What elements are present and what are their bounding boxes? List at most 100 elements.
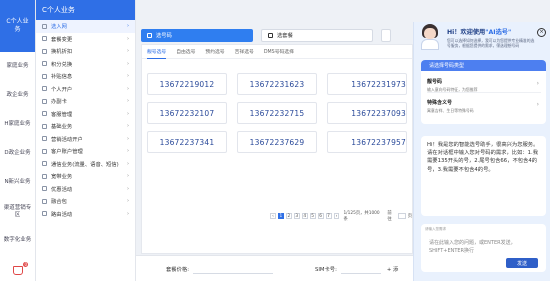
tab-reserve[interactable]: 预约选号 <box>205 45 224 59</box>
assistant-avatar <box>419 24 441 50</box>
rail-item-label: 政企业务 <box>6 92 29 98</box>
rail-item-new-business[interactable]: N新兴业务 <box>0 168 35 197</box>
rail-item-label: 数字化业务 <box>3 237 32 243</box>
menu-item-service[interactable]: 客服管理 › <box>36 108 135 121</box>
chevron-right-icon: › <box>127 148 129 154</box>
menu-item-basic[interactable]: 基础业务 › <box>36 120 135 133</box>
chevron-right-icon: › <box>127 173 129 179</box>
option-title: 靓号码 <box>427 79 443 85</box>
close-icon[interactable]: × <box>537 28 546 37</box>
menu-item-label: 选入网 <box>51 24 67 31</box>
menu-icon <box>42 73 47 79</box>
rail-item-personal[interactable]: C个人业务 <box>0 0 35 52</box>
chevron-right-icon: › <box>127 160 129 167</box>
number-card[interactable]: 13672237093 <box>327 102 407 124</box>
menu-icon <box>42 136 47 142</box>
number-type-box: 请选择号码类型 靓号码 输入意向号码特征，为您推荐 › 特殊含义号 寓意吉祥、生… <box>421 60 546 124</box>
number-card[interactable]: 13672232715 <box>237 102 317 124</box>
chevron-right-icon: › <box>127 35 129 42</box>
select-number-step[interactable]: 选号码 <box>141 28 253 42</box>
menu-item-label: 优惠活动 <box>51 186 73 193</box>
menu-item-router[interactable]: 路由活动 › <box>36 208 135 221</box>
chevron-right-icon: › <box>536 80 539 87</box>
number-grid: 13672219012 13672231623 13672231973 1367… <box>147 73 411 153</box>
plan-price-field[interactable] <box>192 264 273 274</box>
number-card[interactable]: 13672237629 <box>237 131 317 153</box>
menu-item-label: 办副卡 <box>51 99 67 106</box>
page-button[interactable]: 1 <box>277 213 284 219</box>
option-title: 特殊含义号 <box>427 100 453 106</box>
menu-item-communication[interactable]: 通信业务(流量、语音、短信) › <box>36 158 135 171</box>
menu-item-open-account[interactable]: 个人开户 › <box>36 83 135 96</box>
menu-icon <box>42 198 47 204</box>
number-card[interactable]: 13672231623 <box>237 73 317 95</box>
rail-item-label: 渠道营销专区 <box>3 204 32 218</box>
send-button[interactable]: 发送 <box>506 258 538 268</box>
page-jump-input[interactable] <box>397 213 406 219</box>
rail-item-digital[interactable]: 数字化业务 <box>0 226 35 255</box>
page-button[interactable]: 3 <box>293 213 300 219</box>
sim-field[interactable] <box>340 264 381 274</box>
left-rail: C个人业务 家庭业务 政企业务 H家庭业务 D政企业务 N新兴业务 渠道营销专区… <box>0 0 36 281</box>
number-card[interactable]: 13672219012 <box>147 73 227 95</box>
menu-item-customer-account[interactable]: 客户账户管理 › <box>36 145 135 158</box>
menu-item-sub-card[interactable]: 办副卡 › <box>36 95 135 108</box>
input-label: 请输入您需求 <box>425 227 446 231</box>
prev-page-button[interactable]: ‹ <box>270 213 276 219</box>
option-special[interactable]: 特殊含义号 寓意吉祥、生日等特殊号码 › <box>427 96 541 114</box>
rail-item-family[interactable]: 家庭业务 <box>0 52 35 81</box>
page-button[interactable]: 4 <box>301 213 308 219</box>
menu-item-device-discount[interactable]: 换机折扣 › <box>36 45 135 58</box>
chevron-right-icon: › <box>127 185 129 192</box>
menu-icon <box>42 98 47 104</box>
menu-item-label: 融合包 <box>51 199 67 206</box>
number-card[interactable]: 13672237341 <box>147 131 227 153</box>
menu-item-marketing[interactable]: 营销活动开户 › <box>36 133 135 146</box>
chat-input-box[interactable]: 请输入您需求 请在此输入您的问题，或ENTER发送，SHIFT+ENTER换行 … <box>421 224 546 272</box>
number-card[interactable]: 13672237957 <box>327 131 407 153</box>
next-page-button[interactable]: › <box>333 213 340 219</box>
menu-item-select-network[interactable]: 选入网 › <box>36 20 135 33</box>
menu-title: C个人业务 <box>36 0 135 20</box>
chevron-right-icon: › <box>127 98 129 104</box>
menu-icon <box>42 211 47 217</box>
cart-icon[interactable]: 0 <box>13 262 28 275</box>
add-button[interactable]: + 添 <box>387 265 398 273</box>
number-tabs: 靓号选号 自由选号 预约选号 吉祥选号 DMS号码选择 <box>142 45 412 59</box>
rail-item-channel[interactable]: 渠道营销专区 <box>0 197 35 226</box>
menu-item-bundle[interactable]: 融合包 › <box>36 195 135 208</box>
menu-item-label: 通信业务(流量、语音、短信) <box>51 161 119 168</box>
menu-item-label: 宽带业务 <box>51 174 73 181</box>
tab-dms[interactable]: DMS号码选择 <box>264 45 294 59</box>
pagination: ‹ 1 2 3 4 5 6 7 › 1/125页，共1000条 前往 页 <box>270 210 412 222</box>
rail-item-label: 家庭业务 <box>6 63 29 69</box>
select-plan-step[interactable]: 选套餐 <box>261 28 373 42</box>
type-title: 请选择号码类型 <box>421 60 546 71</box>
menu-item-subsidy[interactable]: 补贴信息 › <box>36 70 135 83</box>
page-button[interactable]: 2 <box>285 213 292 219</box>
number-card[interactable]: 13672232107 <box>147 102 227 124</box>
sidebar-menu: C个人业务 选入网 › 套餐变更 › 换机折扣 › 积分兑换 › 补贴信息 › 个人开户 ›… <box>36 0 136 281</box>
option-premium[interactable]: 靓号码 输入意向号码特征，为您推荐 › <box>427 75 541 93</box>
menu-item-label: 营销活动开户 <box>51 136 83 143</box>
rail-item-enterprise[interactable]: 政企业务 <box>0 81 35 110</box>
menu-icon <box>42 48 47 54</box>
order-footer: 套餐价格: SIM卡号: + 添 <box>136 255 413 281</box>
menu-item-plan-change[interactable]: 套餐变更 › <box>36 33 135 46</box>
tab-lucky[interactable]: 吉祥选号 <box>235 45 254 59</box>
menu-item-points[interactable]: 积分兑换 › <box>36 58 135 71</box>
menu-item-promotions[interactable]: 优惠活动 › <box>36 183 135 196</box>
rail-item-d-enterprise[interactable]: D政企业务 <box>0 139 35 168</box>
chevron-right-icon: › <box>127 123 129 129</box>
chat-input-placeholder[interactable]: 请在此输入您的问题，或ENTER发送，SHIFT+ENTER换行 <box>429 239 546 255</box>
more-step-button[interactable] <box>381 28 391 42</box>
page-button[interactable]: 7 <box>325 213 332 219</box>
rail-item-h-family[interactable]: H家庭业务 <box>0 110 35 139</box>
tab-free[interactable]: 自由选号 <box>176 45 195 59</box>
page-button[interactable]: 6 <box>317 213 324 219</box>
menu-item-label: 客服管理 <box>51 111 73 118</box>
tab-premium[interactable]: 靓号选号 <box>147 45 167 59</box>
menu-item-broadband[interactable]: 宽带业务 › <box>36 170 135 183</box>
number-card[interactable]: 13672231973 <box>327 73 407 95</box>
page-button[interactable]: 5 <box>309 213 316 219</box>
